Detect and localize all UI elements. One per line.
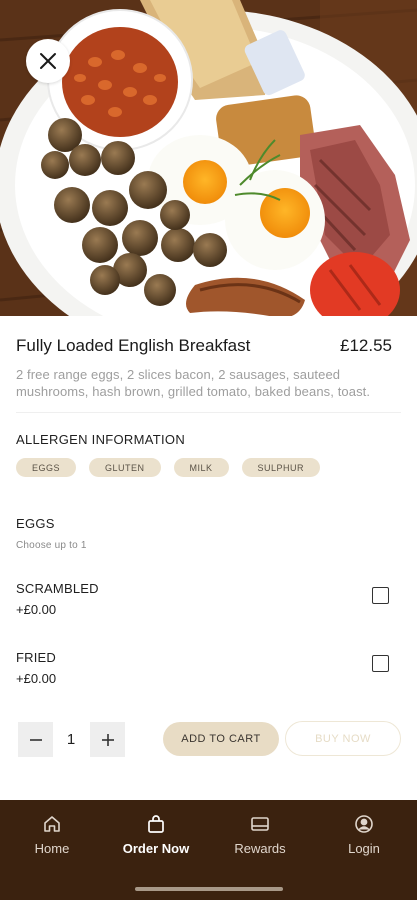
product-price: £12.55	[340, 336, 392, 355]
option-fried-price: +£0.00	[16, 671, 57, 686]
add-to-cart-button[interactable]: ADD TO CART	[163, 722, 279, 756]
home-icon	[42, 814, 62, 834]
allergen-chip-sulphur: SULPHUR	[241, 458, 321, 477]
option-scrambled-checkbox[interactable]	[372, 587, 389, 604]
nav-item-order-now[interactable]: Order Now	[111, 814, 201, 856]
nav-item-home[interactable]: Home	[7, 814, 97, 856]
product-name: Fully Loaded English Breakfast	[16, 336, 251, 355]
decrease-quantity-button[interactable]	[18, 722, 53, 757]
home-indicator	[135, 887, 283, 891]
buy-now-button[interactable]: BUY NOW	[285, 721, 401, 756]
card-icon	[250, 814, 270, 834]
option-scrambled-price: +£0.00	[16, 602, 57, 617]
nav-label-login: Login	[348, 841, 380, 856]
modifier-group-title: EGGS	[16, 516, 55, 531]
nav-label-home: Home	[34, 841, 70, 856]
quantity-value: 1	[66, 731, 76, 748]
allergen-title: ALLERGEN INFORMATION	[16, 432, 186, 447]
divider	[16, 412, 401, 413]
allergen-chip-gluten: GLUTEN	[89, 458, 161, 477]
plus-icon	[100, 732, 116, 748]
nav-item-login[interactable]: Login	[319, 814, 409, 856]
option-fried-checkbox[interactable]	[372, 655, 389, 672]
nav-label-rewards: Rewards	[234, 841, 286, 856]
bottom-navigation: Home Order Now Rewards Login	[0, 800, 417, 900]
option-scrambled-name: SCRAMBLED	[16, 581, 99, 596]
minus-icon	[28, 732, 44, 748]
increase-quantity-button[interactable]	[90, 722, 125, 757]
close-icon	[39, 52, 57, 70]
close-button[interactable]	[26, 39, 70, 83]
modifier-group-caption: Choose up to 1	[16, 540, 87, 551]
bag-icon	[146, 814, 166, 834]
allergen-chips: EGGS GLUTEN MILK SULPHUR	[16, 458, 321, 477]
option-fried-name: FRIED	[16, 650, 56, 665]
product-hero-image	[0, 0, 417, 316]
allergen-chip-milk: MILK	[173, 458, 229, 477]
product-description: 2 free range eggs, 2 slices bacon, 2 sau…	[16, 367, 371, 399]
nav-item-rewards[interactable]: Rewards	[215, 814, 305, 856]
nav-label-order-now: Order Now	[122, 841, 190, 856]
product-header: Fully Loaded English Breakfast £12.55	[16, 336, 392, 356]
user-icon	[354, 814, 374, 834]
allergen-chip-eggs: EGGS	[16, 458, 77, 477]
